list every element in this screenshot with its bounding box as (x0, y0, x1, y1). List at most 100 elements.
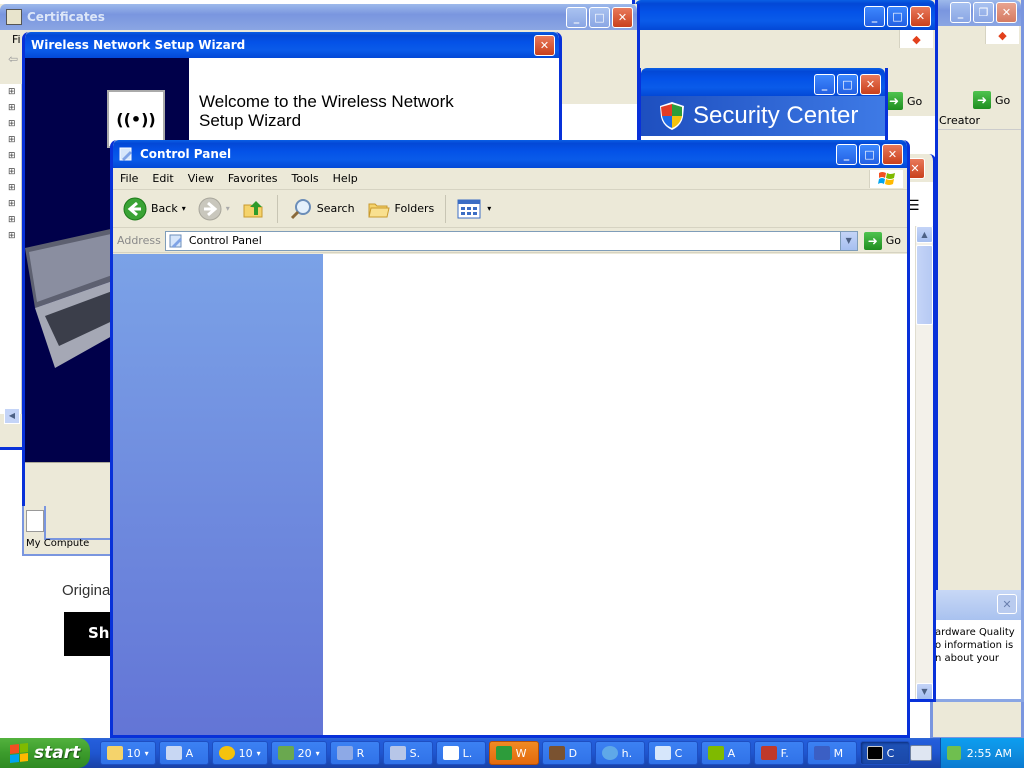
views-dropdown-icon[interactable]: ▾ (487, 204, 491, 213)
close-button[interactable]: ✕ (882, 144, 903, 165)
windows-logo-icon (869, 170, 903, 188)
address-input[interactable]: Control Panel ▼ (164, 230, 858, 251)
minimize-button[interactable]: _ (566, 7, 587, 28)
views-button[interactable]: ▾ (453, 197, 495, 221)
task-label: R (356, 746, 365, 760)
network-icon (336, 746, 353, 760)
wizard-titlebar[interactable]: Wireless Network Setup Wizard (25, 32, 559, 58)
windows-flag-icon (10, 743, 28, 763)
document-icon (654, 746, 671, 760)
address-dropdown-icon[interactable]: ▼ (839, 231, 857, 250)
certificates-titlebar[interactable]: Certificates (0, 4, 637, 30)
taskbar: start 10 ▾ A 10 ▾ 20 ▾ R S. L. W D h. C A F… (0, 738, 1024, 768)
task-button-a[interactable]: A (158, 741, 209, 765)
folders-icon (367, 203, 390, 217)
control-panel-icon (119, 147, 132, 161)
task-button-group-10[interactable]: 10 ▾ (211, 741, 268, 765)
menu-tools[interactable]: Tools (285, 172, 326, 185)
task-button-c[interactable]: C (647, 741, 698, 765)
task-label: h. (621, 746, 633, 760)
vertical-scrollbar[interactable]: ▲ ▼ (915, 226, 933, 699)
task-button-m[interactable]: M (806, 741, 857, 765)
task-label: W (515, 746, 527, 760)
forward-dropdown-icon[interactable]: ▾ (226, 204, 230, 213)
search-button[interactable]: Search (285, 195, 359, 223)
task-button-h[interactable]: h. (594, 741, 645, 765)
column-header-creator[interactable]: Creator (933, 114, 1021, 130)
shield-icon (495, 746, 512, 760)
close-button[interactable]: ✕ (996, 2, 1017, 23)
go-button[interactable]: ➜ Go (858, 231, 907, 250)
maximize-button[interactable]: □ (859, 144, 880, 165)
close-button[interactable]: ✕ (612, 7, 633, 28)
close-button[interactable]: ✕ (860, 74, 881, 95)
up-folder-button[interactable] (238, 195, 270, 223)
folders-button[interactable]: Folders (363, 195, 439, 223)
control-panel-title: Control Panel (140, 147, 232, 161)
hardware-quality-popup[interactable]: ✕ ardware Quality o information is n abo… (930, 590, 1024, 702)
back-button[interactable]: Back ▾ (119, 195, 190, 223)
forward-button[interactable]: ▾ (194, 195, 234, 223)
maximize-button[interactable]: □ (589, 7, 610, 28)
menu-view[interactable]: View (181, 172, 221, 185)
menu-edit[interactable]: Edit (145, 172, 180, 185)
menu-file[interactable]: File (113, 172, 145, 185)
maximize-button[interactable]: □ (887, 6, 908, 27)
minimize-button[interactable]: _ (836, 144, 857, 165)
task-button-l[interactable]: L. (435, 741, 486, 765)
task-button-d[interactable]: D (541, 741, 592, 765)
scroll-down-button[interactable]: ▼ (916, 683, 933, 699)
people-icon (707, 746, 724, 760)
windows-logo-icon: ◆ (985, 26, 1019, 44)
start-button[interactable]: start (0, 738, 90, 768)
back-arrow-icon[interactable]: ⇦ (8, 52, 18, 66)
close-button[interactable]: ✕ (534, 35, 555, 56)
minimize-button[interactable]: _ (814, 74, 835, 95)
device-icon (548, 746, 565, 760)
scroll-thumb[interactable] (916, 245, 933, 325)
scroll-left-button[interactable]: ◀ (4, 408, 20, 424)
start-label: start (34, 743, 81, 763)
tree-expanders[interactable]: ⊞ ⊞ ⊞ ⊞ ⊞ ⊞ ⊞ ⊞ ⊞ ⊞ (0, 84, 21, 244)
menu-favorites[interactable]: Favorites (221, 172, 285, 185)
task-button-folders[interactable]: 10 ▾ (99, 741, 156, 765)
clock[interactable]: 2:55 AM (967, 747, 1012, 760)
close-button[interactable]: ✕ (910, 6, 931, 27)
task-button-f[interactable]: F. (753, 741, 804, 765)
back-dropdown-icon[interactable]: ▾ (182, 204, 186, 213)
task-label: 10 (126, 746, 141, 760)
wizard-heading: Welcome to the Wireless Network Setup Wi… (199, 92, 454, 130)
go-label[interactable]: Go (907, 95, 922, 108)
task-label: C (674, 746, 683, 760)
task-button-s[interactable]: S. (382, 741, 433, 765)
task-pane (113, 254, 323, 735)
internet-explorer-icon (601, 746, 618, 760)
go-icon[interactable]: ➜ (973, 91, 991, 109)
minimize-button[interactable]: _ (950, 2, 971, 23)
up-folder-icon (243, 200, 263, 217)
control-panel-window[interactable]: Control Panel _ □ ✕ File Edit View Favor… (110, 140, 910, 738)
task-button-command[interactable]: C (859, 741, 910, 765)
views-icon (457, 199, 481, 218)
task-label: L. (462, 746, 473, 760)
keyboard-icon[interactable] (909, 745, 932, 761)
menu-help[interactable]: Help (326, 172, 365, 185)
task-label: 10 (238, 746, 253, 760)
scroll-up-button[interactable]: ▲ (916, 226, 933, 243)
wizard-title: Wireless Network Setup Wizard (31, 38, 246, 52)
task-button-a2[interactable]: A (700, 741, 751, 765)
my-computer-label[interactable]: My Compute (26, 538, 89, 549)
restore-button[interactable]: ❐ (973, 2, 994, 23)
close-button[interactable]: ✕ (997, 594, 1017, 614)
address-value: Control Panel (188, 234, 262, 247)
go-label[interactable]: Go (995, 94, 1010, 107)
content-area[interactable] (323, 254, 907, 735)
control-panel-titlebar[interactable]: Control Panel (113, 140, 907, 168)
task-button-group-20[interactable]: 20 ▾ (270, 741, 327, 765)
maximize-button[interactable]: □ (837, 74, 858, 95)
minimize-button[interactable]: _ (864, 6, 885, 27)
task-button-r[interactable]: R (329, 741, 380, 765)
wireless-network-icon[interactable] (946, 746, 961, 760)
task-label: 20 (297, 746, 312, 760)
task-button-w[interactable]: W (488, 741, 539, 765)
